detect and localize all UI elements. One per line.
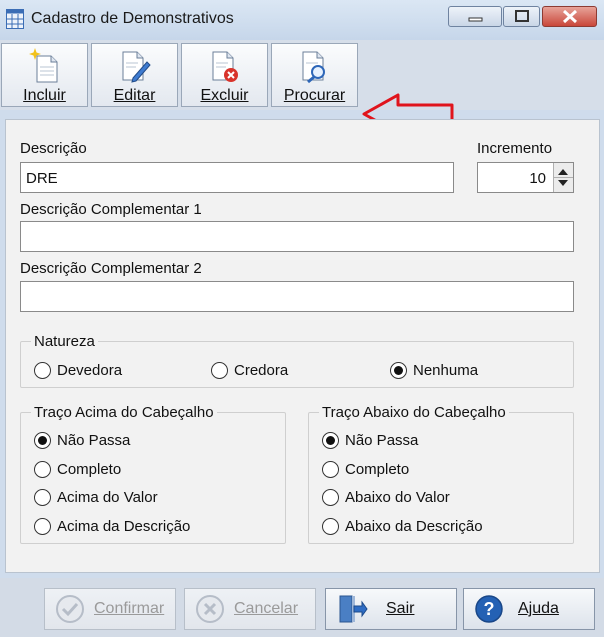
toolbar: Incluir Editar Excluir Procurar: [0, 40, 604, 135]
radio-label: Acima do Valor: [57, 488, 158, 506]
radio-label: Nenhuma: [413, 361, 479, 379]
descricao-complementar-1-input[interactable]: [20, 221, 574, 252]
procurar-button[interactable]: Procurar: [271, 43, 358, 107]
excluir-label: Excluir: [200, 87, 249, 104]
radio-label: Completo: [57, 460, 122, 478]
close-button[interactable]: [542, 6, 597, 27]
traco-abaixo-title: Traço Abaixo do Cabeçalho: [319, 404, 509, 421]
descricao-complementar-2-label: Descrição Complementar 2: [20, 260, 202, 277]
minimize-button[interactable]: [448, 6, 502, 27]
radio-circle: [34, 488, 51, 506]
radio-circle: [34, 361, 51, 379]
radio-label: Abaixo do Valor: [345, 488, 450, 506]
radio-circle: [322, 460, 339, 478]
window-titlebar: Cadastro de Demonstrativos: [0, 0, 604, 40]
traco-acima-title: Traço Acima do Cabeçalho: [31, 404, 217, 421]
sair-label: Sair: [386, 600, 415, 617]
radio-circle: [322, 488, 339, 506]
editar-button[interactable]: Editar: [91, 43, 178, 107]
form-panel: Descrição DRE Incremento 10 Descrição Co…: [5, 119, 600, 573]
delete-document-icon: [212, 51, 238, 82]
radio-devedora[interactable]: Devedora: [34, 360, 122, 380]
radio-label: Devedora: [57, 361, 123, 379]
radio-abaixo-completo[interactable]: Completo: [322, 459, 409, 479]
exit-door-icon: [339, 595, 368, 623]
bottom-button-bar: Confirmar Cancelar Sair ? Ajuda: [0, 578, 604, 637]
editar-label: Editar: [113, 87, 156, 104]
radio-abaixo-do-valor[interactable]: Abaixo do Valor: [322, 487, 450, 507]
cancel-icon: [196, 595, 224, 623]
spin-up-icon[interactable]: [558, 169, 568, 175]
edit-document-icon: [122, 51, 151, 83]
radio-circle: [34, 517, 51, 535]
natureza-title: Natureza: [31, 333, 98, 350]
help-icon: ?: [475, 595, 503, 623]
confirmar-button[interactable]: Confirmar: [44, 588, 176, 630]
traco-acima-group: Traço Acima do Cabeçalho Não Passa Compl…: [20, 404, 286, 544]
radio-circle: [322, 517, 339, 535]
excluir-button[interactable]: Excluir: [181, 43, 268, 107]
window-title: Cadastro de Demonstrativos: [31, 10, 234, 27]
natureza-group: Natureza Devedora Credora Nenhuma: [20, 333, 574, 388]
close-icon: [562, 9, 578, 24]
radio-circle-selected: [390, 361, 407, 379]
radio-label: Não Passa: [345, 431, 419, 449]
minimize-icon: [468, 17, 483, 22]
spreadsheet-app-icon: [6, 9, 24, 33]
radio-acima-da-descricao[interactable]: Acima da Descrição: [34, 516, 190, 536]
radio-circle: [211, 361, 228, 379]
radio-abaixo-da-descricao[interactable]: Abaixo da Descrição: [322, 516, 483, 536]
incremento-value: 10: [529, 170, 546, 187]
radio-credora[interactable]: Credora: [211, 360, 288, 380]
radio-abaixo-nao-passa[interactable]: Não Passa: [322, 430, 418, 450]
descricao-complementar-1-label: Descrição Complementar 1: [20, 201, 202, 218]
radio-nenhuma[interactable]: Nenhuma: [390, 360, 478, 380]
incremento-label: Incremento: [477, 140, 553, 157]
radio-label: Credora: [234, 361, 289, 379]
incluir-label: Incluir: [23, 87, 66, 104]
ajuda-label: Ajuda: [518, 600, 559, 617]
svg-text:?: ?: [484, 599, 495, 619]
radio-acima-nao-passa[interactable]: Não Passa: [34, 430, 130, 450]
procurar-label: Procurar: [283, 87, 346, 104]
incluir-button[interactable]: Incluir: [1, 43, 88, 107]
radio-label: Não Passa: [57, 431, 131, 449]
search-document-icon: [302, 51, 325, 84]
traco-abaixo-group: Traço Abaixo do Cabeçalho Não Passa Comp…: [308, 404, 574, 544]
checkmark-icon: [56, 595, 84, 623]
radio-circle-selected: [322, 431, 339, 449]
radio-circle-selected: [34, 431, 51, 449]
spin-down-icon[interactable]: [558, 180, 568, 186]
radio-label: Abaixo da Descrição: [345, 517, 483, 535]
radio-acima-completo[interactable]: Completo: [34, 459, 121, 479]
ajuda-button[interactable]: ? Ajuda: [463, 588, 595, 630]
cancelar-button[interactable]: Cancelar: [184, 588, 316, 630]
cancelar-label: Cancelar: [234, 600, 299, 617]
radio-label: Acima da Descrição: [57, 517, 191, 535]
confirmar-label: Confirmar: [94, 600, 165, 617]
incremento-spinner[interactable]: 10: [477, 162, 574, 193]
descricao-label: Descrição: [20, 140, 87, 157]
maximize-icon: [515, 10, 529, 22]
sair-button[interactable]: Sair: [325, 588, 457, 630]
radio-circle: [34, 460, 51, 478]
descricao-input[interactable]: DRE: [20, 162, 454, 193]
radio-label: Completo: [345, 460, 410, 478]
spinner-buttons[interactable]: [553, 163, 573, 192]
new-document-icon: [29, 48, 58, 83]
descricao-complementar-2-input[interactable]: [20, 281, 574, 312]
radio-acima-do-valor[interactable]: Acima do Valor: [34, 487, 158, 507]
maximize-button[interactable]: [503, 6, 540, 27]
